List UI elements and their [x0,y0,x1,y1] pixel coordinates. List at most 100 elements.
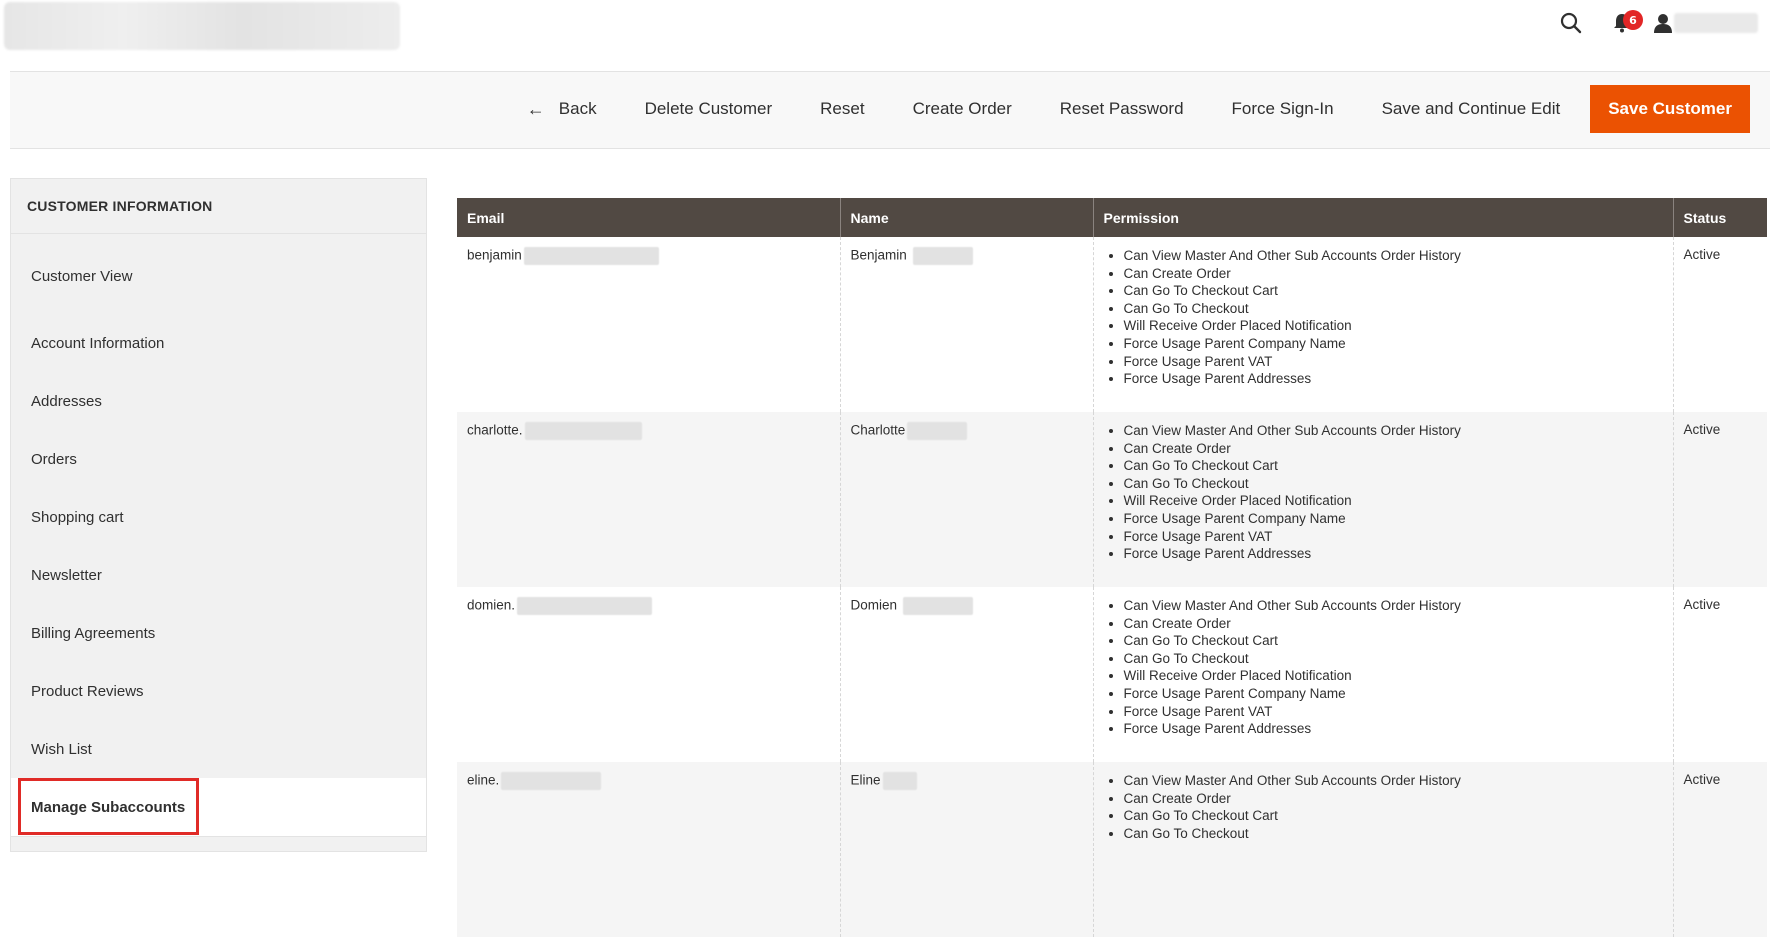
permission-item: Force Usage Parent Company Name [1124,685,1663,703]
permission-item: Can Go To Checkout [1124,300,1663,318]
search-button[interactable] [1554,6,1588,40]
permission-item: Can Go To Checkout [1124,650,1663,668]
email-cell: benjamin [457,237,841,412]
permission-item: Can Go To Checkout [1124,825,1663,843]
tab-wish-list[interactable]: Wish List [11,720,426,778]
sidebar-tabs: Customer View Account Information Addres… [10,233,427,837]
email-text: eline. [467,772,500,788]
tab-shopping-cart[interactable]: Shopping cart [11,488,426,546]
email-text: domien. [467,597,516,613]
table-row[interactable]: eline. Eline Can View Master And Other S… [457,762,1767,937]
redacted-text [524,422,642,440]
redacted-text [523,247,659,265]
status-cell: Active [1673,762,1767,937]
column-header-email[interactable]: Email [457,198,841,237]
table-row[interactable]: benjamin Benjamin Can View Master And Ot… [457,237,1767,412]
permission-cell: Can View Master And Other Sub Accounts O… [1093,412,1674,587]
permission-item: Will Receive Order Placed Notification [1124,317,1663,335]
permission-list: Can View Master And Other Sub Accounts O… [1104,422,1663,563]
redacted-text [907,422,968,440]
permission-item: Force Usage Parent Company Name [1124,335,1663,353]
email-cell: charlotte. [457,412,841,587]
redacted-text [517,597,653,615]
tab-manage-subaccounts[interactable]: Manage Subaccounts [11,778,426,836]
table-header-row: Email Name Permission Status [457,198,1767,237]
tab-product-reviews[interactable]: Product Reviews [11,662,426,720]
permission-item: Can Create Order [1124,790,1663,808]
permission-cell: Can View Master And Other Sub Accounts O… [1093,237,1674,412]
sidebar-tail [10,837,427,852]
reset-button[interactable]: Reset [820,99,864,119]
logo[interactable] [4,2,400,50]
permission-list: Can View Master And Other Sub Accounts O… [1104,772,1663,842]
notification-count-badge: 6 [1623,10,1643,30]
permission-item: Can View Master And Other Sub Accounts O… [1124,772,1663,790]
back-label: Back [558,99,597,118]
permission-item: Force Usage Parent VAT [1124,528,1663,546]
permission-list: Can View Master And Other Sub Accounts O… [1104,597,1663,738]
permission-item: Force Usage Parent Company Name [1124,510,1663,528]
status-cell: Active [1673,412,1767,587]
email-cell: domien. [457,587,841,762]
permission-cell: Can View Master And Other Sub Accounts O… [1093,587,1674,762]
permission-cell: Can View Master And Other Sub Accounts O… [1093,762,1674,937]
table-row[interactable]: charlotte. Charlotte Can View Master And… [457,412,1767,587]
status-cell: Active [1683,247,1721,262]
permission-item: Can View Master And Other Sub Accounts O… [1124,422,1663,440]
tab-customer-view[interactable]: Customer View [11,234,426,314]
status-cell: Active [1683,597,1721,612]
permission-item: Can Go To Checkout Cart [1124,457,1663,475]
redacted-text [912,247,973,265]
permission-item: Can Go To Checkout Cart [1124,282,1663,300]
force-signin-button[interactable]: Force Sign-In [1232,99,1334,119]
save-customer-button[interactable]: Save Customer [1590,85,1750,133]
permission-item: Force Usage Parent Addresses [1124,545,1663,563]
back-button[interactable]: ← Back [527,99,597,120]
create-order-button[interactable]: Create Order [913,99,1012,119]
permission-item: Will Receive Order Placed Notification [1124,492,1663,510]
permission-item: Will Receive Order Placed Notification [1124,667,1663,685]
permission-item: Force Usage Parent Addresses [1124,370,1663,388]
name-text: Benjamin [850,247,907,263]
name-text: Charlotte [850,422,906,438]
tab-addresses[interactable]: Addresses [11,372,426,430]
column-header-status[interactable]: Status [1673,198,1767,237]
delete-customer-button[interactable]: Delete Customer [645,99,773,119]
reset-password-button[interactable]: Reset Password [1060,99,1184,119]
permission-item: Can Create Order [1124,440,1663,458]
name-cell: Benjamin [840,237,1094,412]
table-row[interactable]: domien. Domien Can View Master And Other… [457,587,1767,762]
permission-item: Can Go To Checkout Cart [1124,807,1663,825]
permission-item: Can Go To Checkout [1124,475,1663,493]
email-text: charlotte. [467,422,523,438]
email-text: benjamin [467,247,522,263]
subaccounts-table: Email Name Permission Status benjamin Be… [457,198,1767,937]
tab-billing-agreements[interactable]: Billing Agreements [11,604,426,662]
name-text: Domien [850,597,898,613]
notifications-button[interactable]: 6 [1605,6,1643,40]
tab-newsletter[interactable]: Newsletter [11,546,426,604]
permission-item: Force Usage Parent VAT [1124,353,1663,371]
tab-account-information[interactable]: Account Information [11,314,426,372]
name-cell: Domien [840,587,1094,762]
column-header-name[interactable]: Name [840,198,1094,237]
account-name[interactable] [1674,13,1758,33]
redacted-text [902,597,973,615]
tab-orders[interactable]: Orders [11,430,426,488]
permission-item: Force Usage Parent VAT [1124,703,1663,721]
permission-item: Can Go To Checkout Cart [1124,632,1663,650]
page-actions-bar: ← Back Delete Customer Reset Create Orde… [10,71,1770,149]
permission-item: Can Create Order [1124,615,1663,633]
page-actions: ← Back Delete Customer Reset Create Orde… [479,85,1750,133]
permission-item: Can View Master And Other Sub Accounts O… [1124,247,1663,265]
sidebar-title: CUSTOMER INFORMATION [10,178,427,233]
column-header-permission[interactable]: Permission [1093,198,1674,237]
arrow-left-icon: ← [526,98,545,119]
name-cell: Eline [840,762,1094,937]
search-icon [1560,12,1582,34]
active-tab-highlight [18,778,199,835]
name-text: Eline [850,772,881,788]
redacted-text [882,772,917,790]
save-and-continue-button[interactable]: Save and Continue Edit [1382,99,1561,119]
redacted-text [501,772,602,790]
